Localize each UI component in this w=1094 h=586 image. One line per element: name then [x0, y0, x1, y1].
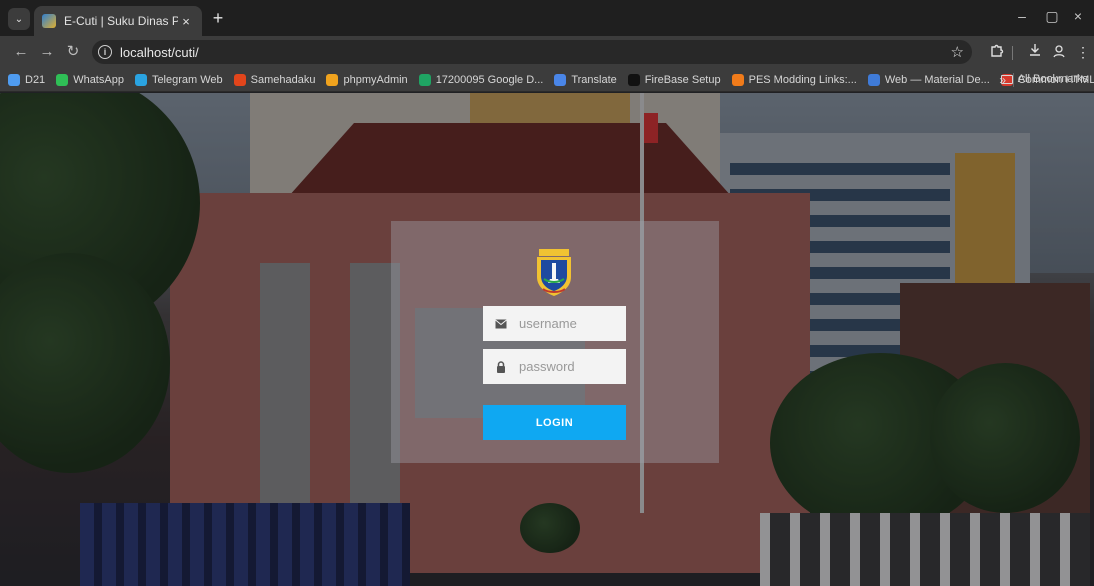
password-input[interactable]: [519, 359, 619, 374]
username-field[interactable]: [483, 306, 626, 341]
browser-tab[interactable]: E-Cuti | Suku Dinas Pendidikan ×: [34, 6, 202, 36]
bookmark-label: Web — Material De...: [884, 73, 990, 86]
bookmarks-bar: D21 WhatsApp Telegram Web Samehadaku phpmyAd…: [0, 68, 1094, 92]
bookmark-label: PES Modding Links:...: [748, 73, 857, 86]
browser-toolbar: ← → ↻ i localhost/cuti/ ☆ ⋮: [0, 36, 1094, 68]
all-bookmarks-button[interactable]: All Bookmarks: [1000, 73, 1088, 85]
bookmark-item[interactable]: WhatsApp: [56, 73, 124, 86]
browser-menu-button[interactable]: ⋮: [1074, 43, 1092, 61]
bookmark-item[interactable]: phpmyAdmin: [326, 73, 408, 86]
profile-icon[interactable]: [1050, 43, 1068, 63]
bookmark-item[interactable]: D21: [8, 73, 46, 86]
tab-strip: ⌄ E-Cuti | Suku Dinas Pendidikan × + – ▢…: [0, 0, 1094, 36]
login-card: LOGIN: [391, 221, 719, 463]
minimize-button[interactable]: –: [1012, 8, 1032, 24]
favicon-icon: [42, 14, 56, 28]
envelope-icon: [483, 319, 519, 329]
forward-button[interactable]: →: [38, 43, 56, 61]
back-button[interactable]: ←: [12, 43, 30, 61]
bookmark-label: Telegram Web: [151, 73, 223, 86]
bookmark-favicon-icon: [867, 73, 880, 86]
toolbar-divider: [1012, 46, 1013, 60]
bookmark-favicon-icon: [56, 73, 69, 86]
download-icon[interactable]: [1026, 43, 1044, 61]
bookmark-favicon-icon: [326, 73, 339, 86]
bookmark-label: 17200095 Google D...: [435, 73, 544, 86]
tab-search-button[interactable]: ⌄: [8, 8, 30, 30]
bookmark-item[interactable]: Translate: [554, 73, 617, 86]
bookmark-label: Samehadaku: [250, 73, 316, 86]
close-window-button[interactable]: ×: [1068, 8, 1088, 24]
bookmark-item[interactable]: Telegram Web: [134, 73, 223, 86]
tab-title: E-Cuti | Suku Dinas Pendidikan: [64, 14, 178, 28]
bookmark-item[interactable]: PES Modding Links:...: [731, 73, 857, 86]
all-bookmarks-label: All Bookmarks: [1017, 73, 1088, 85]
bookmark-favicon-icon: [627, 73, 640, 86]
url-text[interactable]: localhost/cuti/: [120, 45, 199, 60]
username-input[interactable]: [519, 316, 619, 331]
password-field[interactable]: [483, 349, 626, 384]
login-button[interactable]: LOGIN: [483, 405, 626, 440]
bookmark-label: D21: [25, 73, 46, 86]
bookmark-favicon-icon: [8, 73, 20, 86]
tab-close-icon[interactable]: ×: [178, 14, 194, 29]
folder-icon: [1000, 74, 1013, 84]
bookmark-favicon-icon: [554, 73, 567, 86]
restore-button[interactable]: ▢: [1042, 8, 1062, 25]
browser-window: ⌄ E-Cuti | Suku Dinas Pendidikan × + – ▢…: [0, 0, 1094, 586]
reload-button[interactable]: ↻: [64, 43, 82, 61]
new-tab-button[interactable]: +: [208, 9, 228, 27]
site-info-icon[interactable]: i: [98, 45, 112, 59]
bookmark-label: FireBase Setup: [644, 73, 721, 86]
bookmark-label: phpmyAdmin: [343, 73, 408, 86]
bookmark-favicon-icon: [233, 73, 246, 86]
login-page: LOGIN: [0, 93, 1094, 586]
lock-icon: [483, 360, 519, 373]
bookmark-favicon-icon: [418, 73, 431, 86]
bookmark-favicon-icon: [731, 73, 744, 86]
bookmark-item[interactable]: Samehadaku: [233, 73, 316, 86]
bookmark-favicon-icon: [134, 73, 147, 86]
bookmark-item[interactable]: Web — Material De...: [867, 73, 990, 86]
bookmark-item[interactable]: FireBase Setup: [627, 73, 721, 86]
bookmark-star-icon[interactable]: ☆: [951, 43, 964, 61]
bookmark-label: Translate: [571, 73, 617, 86]
bookmark-item[interactable]: 17200095 Google D...: [418, 73, 544, 86]
jakarta-emblem-logo: [533, 249, 575, 297]
puzzle-icon[interactable]: [988, 43, 1006, 61]
bookmark-label: WhatsApp: [73, 73, 124, 86]
address-bar[interactable]: i localhost/cuti/ ☆: [92, 40, 972, 64]
bookmarks-list: D21 WhatsApp Telegram Web Samehadaku phpmyAd…: [8, 73, 1094, 86]
